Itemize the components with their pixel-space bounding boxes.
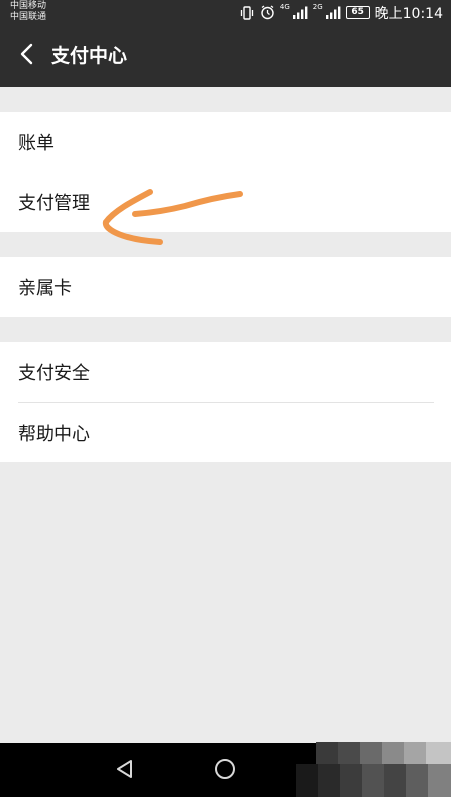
menu-item-family-card[interactable]: 亲属卡 bbox=[0, 257, 451, 317]
vibrate-icon bbox=[239, 5, 255, 20]
status-icons: 4G 2G 65 晚上10:14 bbox=[239, 3, 443, 22]
status-bar: 中国移动 中国联通 4G 2G 65 晚上10:14 bbox=[0, 0, 451, 25]
menu-group-1: 账单 支付管理 bbox=[0, 112, 451, 232]
menu-item-label: 帮助中心 bbox=[18, 423, 90, 445]
back-button[interactable] bbox=[12, 41, 42, 71]
nav-back-button[interactable] bbox=[110, 756, 140, 786]
signal-icon bbox=[325, 6, 341, 19]
page-title: 支付中心 bbox=[51, 45, 128, 67]
menu-item-label: 支付管理 bbox=[18, 193, 90, 214]
menu-group-2: 亲属卡 bbox=[0, 257, 451, 317]
circle-home-icon bbox=[214, 758, 236, 784]
nav-home-button[interactable] bbox=[210, 756, 240, 786]
clock: 晚上10:14 bbox=[374, 5, 443, 22]
menu-item-payment-security[interactable]: 支付安全 bbox=[0, 342, 451, 402]
battery-icon: 65 bbox=[345, 6, 370, 19]
menu-item-label: 支付安全 bbox=[18, 363, 90, 384]
title-bar: 支付中心 bbox=[0, 25, 451, 87]
menu-item-label: 亲属卡 bbox=[18, 278, 72, 299]
net-type-2: 2G bbox=[312, 3, 323, 11]
app-screen: 中国移动 中国联通 4G 2G 65 晚上10:14 支付中心 账单 支付管理 … bbox=[0, 0, 451, 797]
menu-item-payment-management[interactable]: 支付管理 bbox=[0, 172, 451, 232]
menu-item-label: 账单 bbox=[18, 133, 54, 154]
carrier-2: 中国联通 bbox=[10, 12, 47, 22]
menu-group-3: 支付安全 帮助中心 bbox=[0, 342, 451, 462]
menu-item-help-center[interactable]: 帮助中心 bbox=[0, 403, 451, 462]
signal-icon bbox=[292, 6, 308, 19]
chevron-left-icon bbox=[19, 43, 35, 69]
net-type-1: 4G bbox=[279, 3, 290, 11]
carrier-info: 中国移动 中国联通 bbox=[10, 1, 46, 23]
alarm-icon bbox=[260, 5, 275, 20]
carrier-1: 中国移动 bbox=[10, 1, 47, 11]
menu-item-bill[interactable]: 账单 bbox=[0, 112, 451, 172]
mosaic-blur bbox=[296, 742, 451, 797]
triangle-back-icon bbox=[114, 758, 136, 784]
